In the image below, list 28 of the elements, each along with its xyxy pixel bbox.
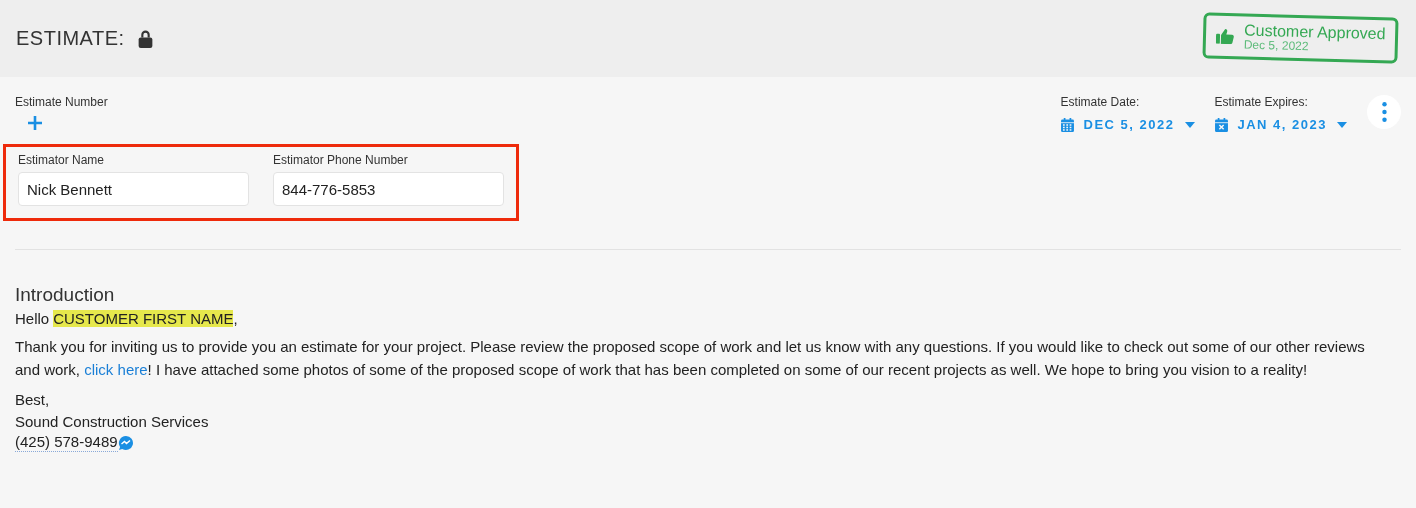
signature-line: Best, [15, 390, 51, 410]
intro-paragraph: Thank you for inviting us to provide you an estimate for your project. Please review the proposed scope of work and let us know with any questions. If you would like to check out some of our other reviews and work, click here! I have attached some photos of some of the proposed scope of work that has been completed on some of our recent projects as well. We hope to bring you vision to a reality! [15, 337, 1366, 380]
thumbs-up-icon [1215, 27, 1234, 44]
caret-icon [1337, 121, 1347, 128]
input-field[interactable]: Nick Bennett [18, 172, 249, 206]
chat-icon [117, 434, 134, 451]
more-options-button[interactable] [1367, 95, 1401, 129]
section-heading: Introduction [15, 284, 116, 306]
stamp-date: Dec 5, 2022 [1243, 38, 1310, 54]
input-field[interactable]: 844-776-5853 [273, 172, 504, 206]
calendar-icon [1214, 117, 1228, 132]
more-icon [1381, 102, 1387, 122]
merge-field: CUSTOMER FIRST NAME [53, 310, 234, 327]
calendar-icon [1060, 117, 1074, 132]
signature-line: Sound Construction Services [15, 412, 210, 432]
date-picker[interactable]: DEC 5, 2022 [1060, 117, 1195, 132]
greeting-text: Hello [15, 310, 50, 327]
field-label: Estimator Phone Number [273, 153, 409, 167]
caret-icon [1184, 121, 1195, 128]
greeting-text: , [233, 310, 238, 327]
date-picker[interactable]: JAN 4, 2023 [1214, 117, 1347, 132]
phone-number: (425) 578-9489 [15, 433, 118, 452]
link[interactable]: click here [84, 361, 148, 378]
field-label: Estimate Date: [1060, 95, 1141, 109]
page-title: ESTIMATE: [16, 27, 125, 50]
field-label: Estimate Number [15, 95, 108, 109]
field-label: Estimator Name [18, 153, 106, 167]
field-label: Estimate Expires: [1214, 95, 1309, 109]
